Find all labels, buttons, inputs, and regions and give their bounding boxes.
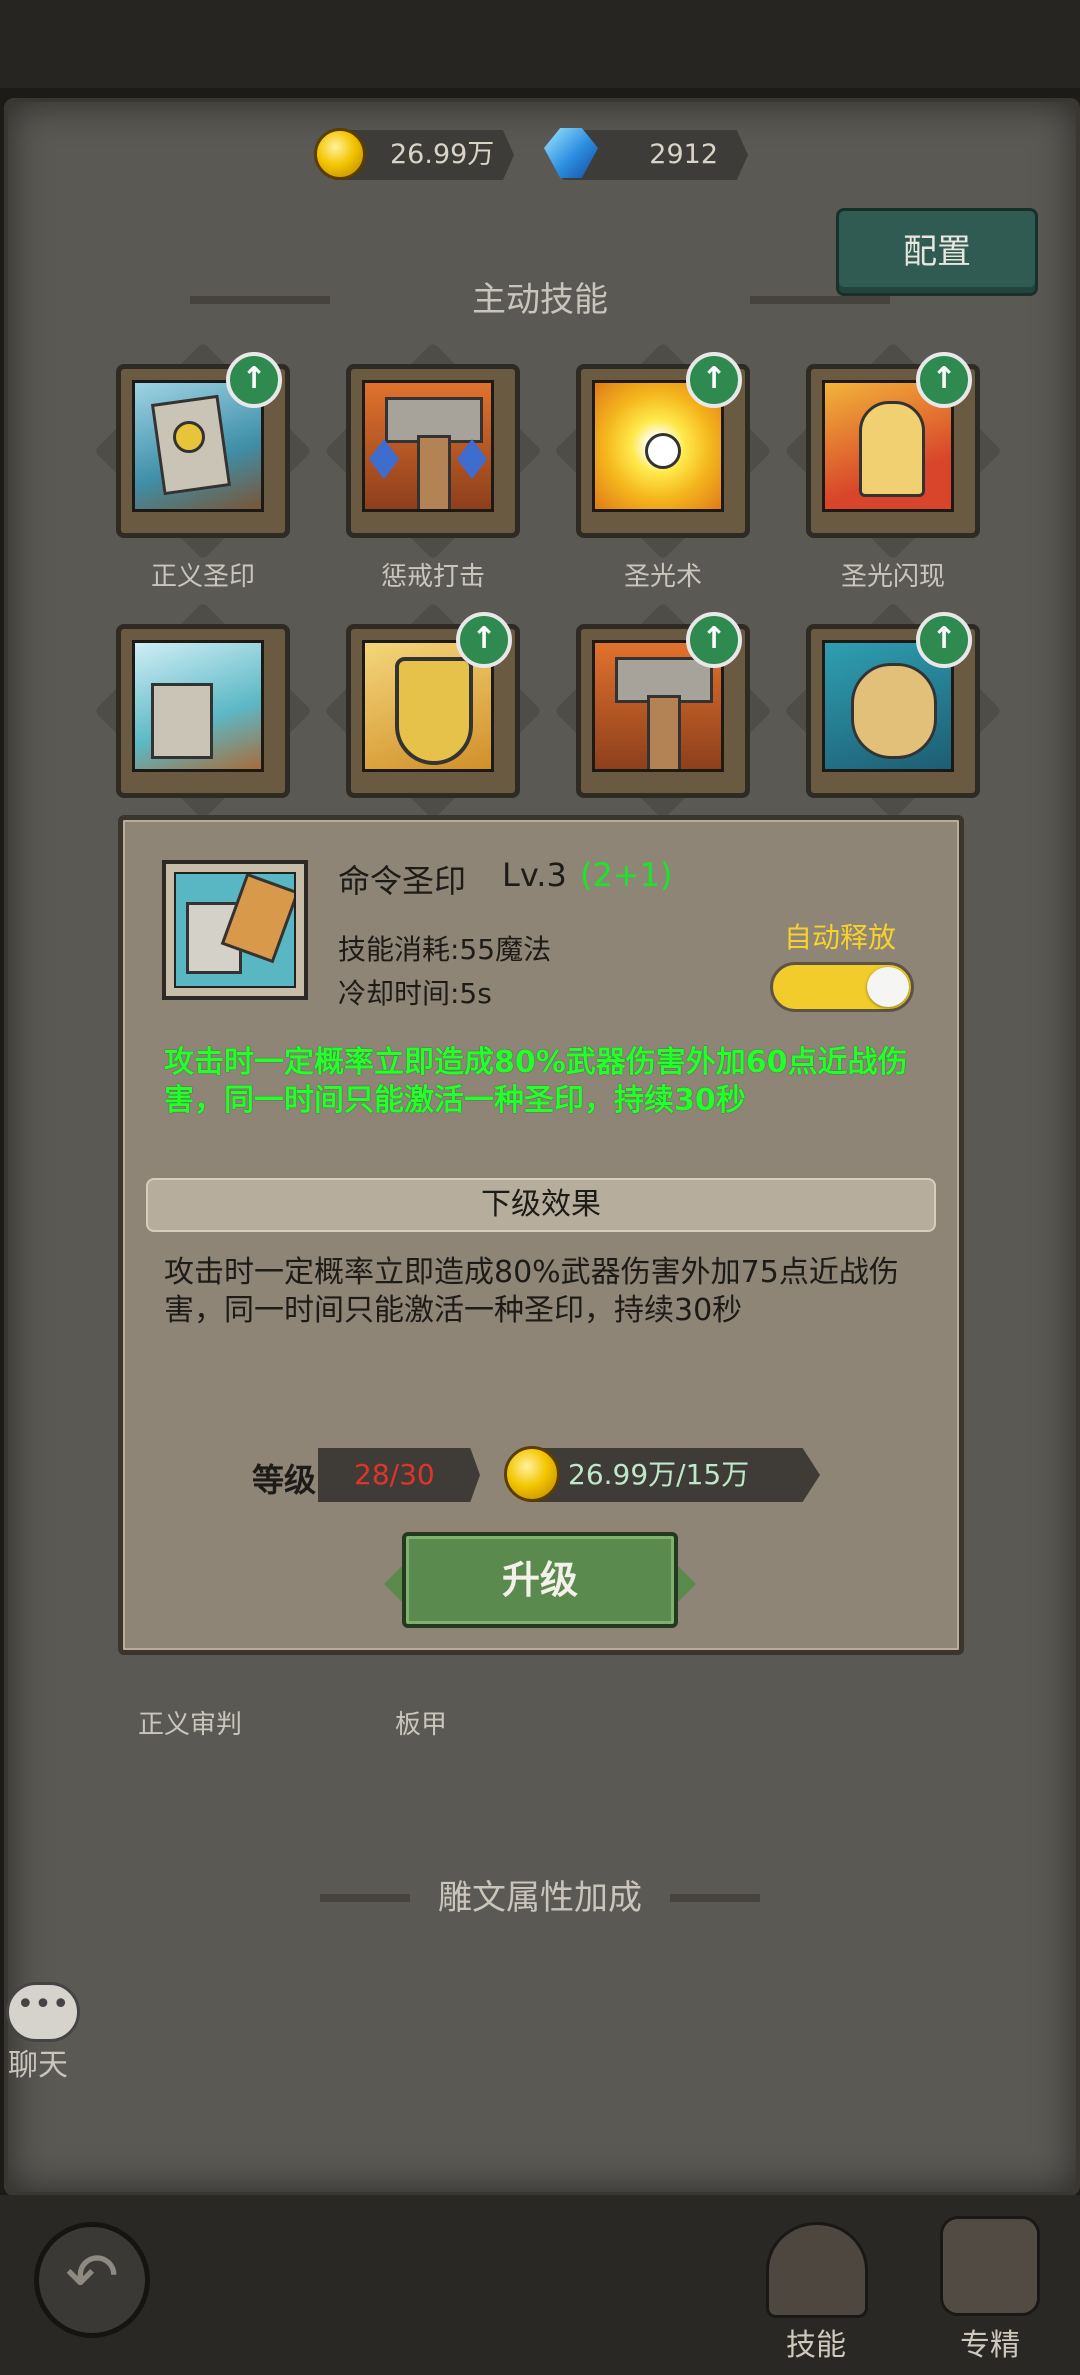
skill-label: 圣光闪现	[840, 562, 945, 592]
tab-skills[interactable]: 技能	[760, 2320, 872, 2364]
level-label: 等级	[252, 1461, 317, 1499]
skill-label-behind: 正义审判	[138, 1710, 243, 1740]
header-line-right	[670, 1894, 760, 1902]
popup-skill-name: 命令圣印	[338, 862, 467, 900]
glyph-bonus-header: 雕文属性加成	[320, 1868, 760, 1928]
skill-label-behind: 板甲	[395, 1710, 448, 1740]
upgrade-arrow-icon: ↑	[456, 612, 512, 668]
popup-skill-icon	[162, 860, 308, 1000]
skill-tab-icon[interactable]	[766, 2222, 868, 2318]
command-seal-icon	[174, 872, 296, 988]
cost-pill: 26.99万/15万	[530, 1448, 820, 1502]
popup-level-bonus: (2+1)	[580, 856, 673, 894]
level-progress: 28/30	[354, 1458, 435, 1491]
popup-skill-level: Lv.3	[502, 856, 567, 894]
skill-slot-5[interactable]	[94, 602, 312, 820]
skill-slot-8[interactable]: ↑	[784, 602, 1002, 820]
header-line-right	[750, 296, 890, 304]
skill-cooldown: 冷却时间:5s	[338, 977, 492, 1010]
tab-specialization[interactable]: 专精	[934, 2320, 1046, 2364]
skill-slot-7[interactable]: ↑	[554, 602, 772, 820]
upgrade-button[interactable]: 升级	[384, 1532, 696, 1628]
header-line-left	[320, 1894, 410, 1902]
skill-label: 圣光术	[623, 562, 702, 592]
auto-cast-label: 自动释放	[784, 921, 897, 954]
glyph-bonus-title: 雕文属性加成	[438, 1878, 642, 1918]
gem-amount: 2912	[649, 139, 718, 170]
upgrade-arrow-icon: ↑	[916, 612, 972, 668]
back-arrow-icon[interactable]: ↶	[34, 2222, 150, 2338]
active-skills-title: 主动技能	[472, 280, 608, 320]
command-hammer-art	[132, 640, 264, 772]
upgrade-button-label: 升级	[501, 1558, 578, 1602]
gold-coin-icon	[314, 128, 366, 180]
header-line-left	[190, 296, 330, 304]
skill-label: 惩戒打击	[380, 562, 485, 592]
active-skills-header: 主动技能	[190, 270, 890, 330]
skill-cost: 技能消耗:55魔法	[338, 933, 552, 966]
skill-slot-4[interactable]: ↑ 圣光闪现	[784, 342, 1002, 592]
skill-slot-2[interactable]: 惩戒打击	[324, 342, 542, 592]
chat-label[interactable]: 聊天	[8, 2040, 68, 2084]
config-button[interactable]: 配置	[836, 208, 1038, 296]
skill-slot-3[interactable]: ↑ 圣光术	[554, 342, 772, 592]
skill-slot-1[interactable]: ↑ 正义圣印	[94, 342, 312, 592]
bottom-nav	[0, 2195, 1080, 2375]
toggle-knob	[867, 967, 909, 1007]
specialization-tab-icon[interactable]	[940, 2216, 1040, 2316]
gold-amount: 26.99万	[390, 139, 495, 170]
level-pill: 28/30	[318, 1448, 480, 1502]
skill-slot-6[interactable]: ↑	[324, 602, 542, 820]
current-effect-text: 攻击时一定概率立即造成80%武器伤害外加60点近战伤害，同一时间只能激活一种圣印…	[164, 1045, 908, 1118]
next-level-header: 下级效果	[146, 1178, 936, 1232]
gold-coin-icon	[504, 1446, 560, 1502]
strike-hammer-art	[362, 380, 494, 512]
upgrade-arrow-icon: ↑	[916, 352, 972, 408]
auto-cast-toggle[interactable]	[770, 962, 914, 1012]
skill-label: 正义圣印	[150, 562, 255, 592]
upgrade-arrow-icon: ↑	[686, 352, 742, 408]
button-tip-right	[678, 1566, 696, 1602]
button-tip-left	[384, 1566, 402, 1602]
upgrade-cost: 26.99万/15万	[568, 1458, 750, 1491]
top-strip	[0, 0, 1080, 88]
upgrade-arrow-icon: ↑	[686, 612, 742, 668]
upgrade-arrow-icon: ↑	[226, 352, 282, 408]
next-effect-text: 攻击时一定概率立即造成80%武器伤害外加75点近战伤害，同一时间只能激活一种圣印…	[164, 1255, 899, 1328]
chat-icon[interactable]: •••	[6, 1982, 80, 2042]
